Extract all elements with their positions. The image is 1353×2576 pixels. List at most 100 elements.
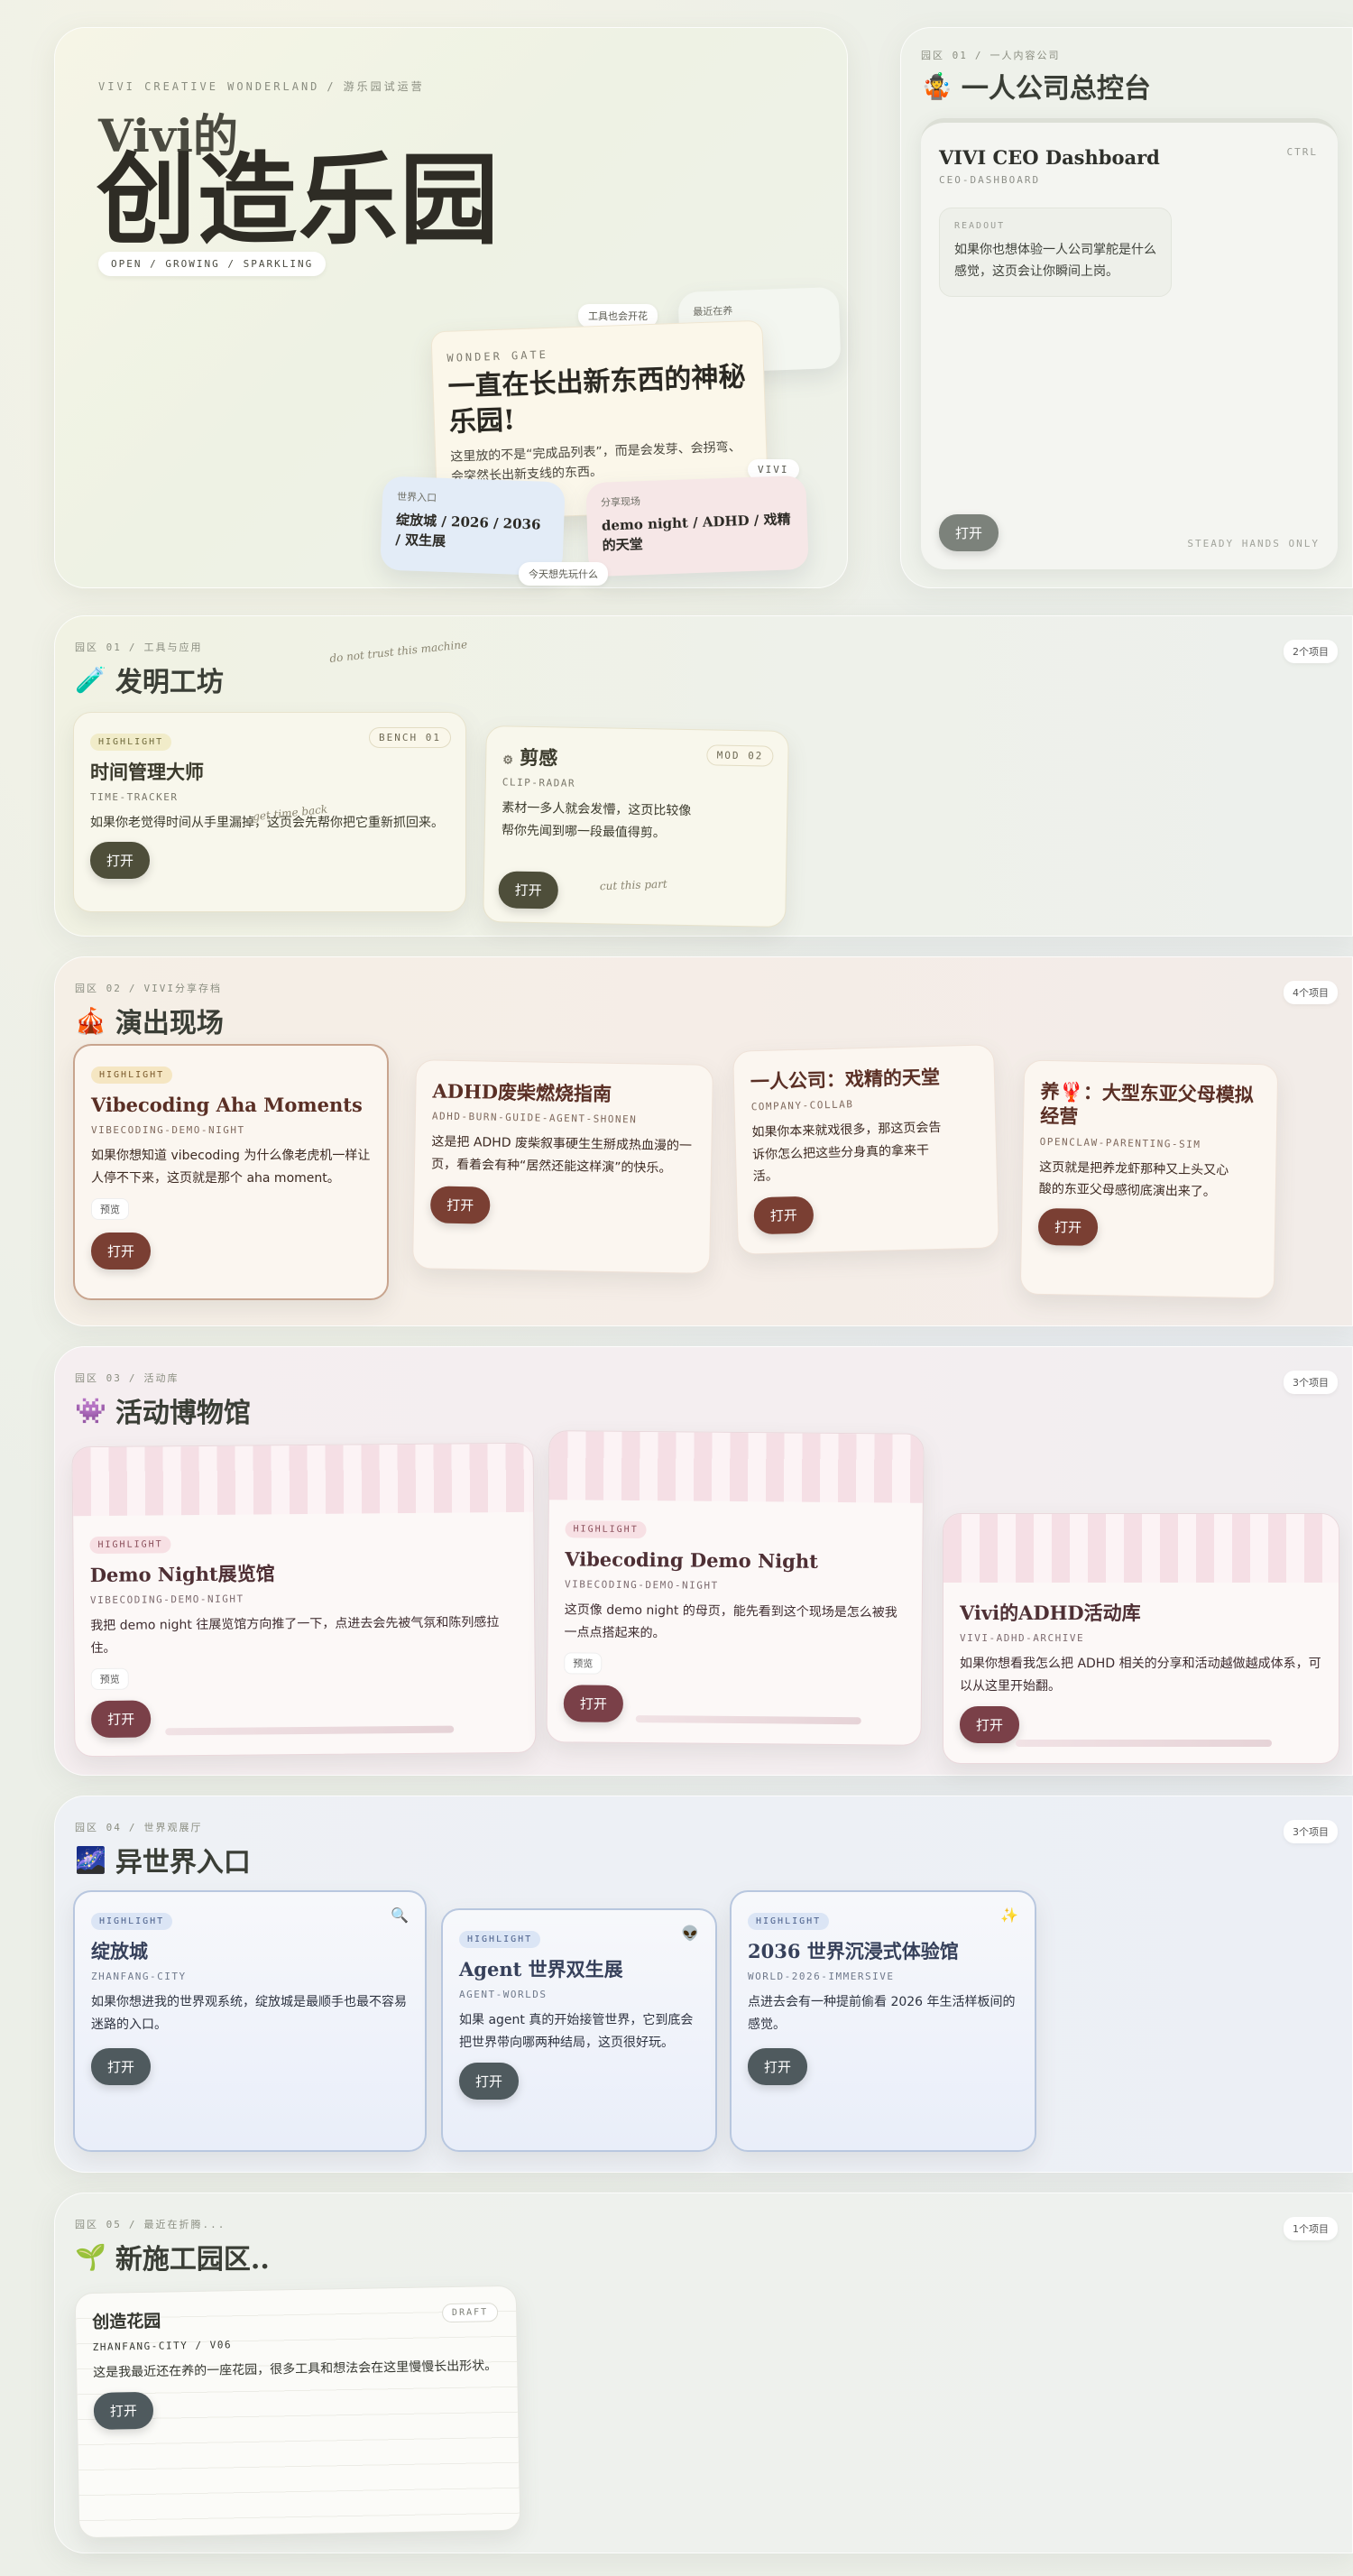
card-zhanfang-city[interactable]: 🔍 HIGHLIGHT 绽放城 ZHANFANG-CITY 如果你想进我的世界观… (73, 1890, 427, 2152)
magnifier-icon: 🔍 (391, 1907, 409, 1924)
ceo-panel: 园区 01 / 一人内容公司 🤹 一人公司总控台 VIVI CEO Dashboar… (900, 27, 1353, 588)
card-desc: 如果你想进我的世界观系统，绽放城是最顺手也最不容易迷路的入口。 (91, 1995, 407, 2032)
card-desc: 这是我最近还在养的一座花园，很多工具和想法会在这里慢慢长出形状。 (93, 2358, 498, 2380)
crumb-zone: 园区 05 (75, 2219, 122, 2230)
card-agent-worlds[interactable]: 👽 HIGHLIGHT Agent 世界双生展 AGENT-WORLDS 如果 … (441, 1908, 717, 2152)
hero-panel: VIVI CREATIVE WONDERLAND / 游乐园试运营 Vivi的 创造… (54, 27, 848, 588)
card-code: VIBECODING-DEMO-NIGHT (89, 1593, 244, 1607)
mod-badge: MOD 02 (706, 744, 774, 767)
open-button[interactable]: 打开 (429, 1186, 491, 1224)
preview-button[interactable]: 预览 (90, 1667, 129, 1691)
crumb-sep: / (128, 1822, 137, 1833)
crumb-sep: / (128, 983, 137, 994)
card-desc: 如果你想知道 vibecoding 为什么像老虎机一样让人停不下来，这页就是那个… (91, 1149, 371, 1186)
card-vibecoding-demo-night[interactable]: HIGHLIGHT Vibecoding Demo Night VIBECODI… (546, 1430, 925, 1746)
crumb-zone: 园区 02 (75, 983, 122, 994)
card-code: ADHD-BURN-GUIDE-AGENT-SHONEN (431, 1110, 638, 1126)
card-title: 养🦞：大型东亚父母模拟经营 (1039, 1079, 1255, 1128)
crumb-zone: 园区 01 (75, 642, 122, 653)
crumb-name: 工具与应用 (143, 642, 203, 653)
milky-way-icon: 🌌 (75, 1844, 106, 1875)
open-button[interactable]: 打开 (93, 2391, 154, 2431)
s1-count-badge: 2个项目 (1284, 640, 1338, 663)
card-title: Vivi的ADHD活动库 (960, 1602, 1141, 1624)
hero-title-line2: 创造乐园 (97, 142, 501, 258)
world-kicker: 世界入口 (396, 491, 437, 504)
crumb-zone: 园区 01 (921, 50, 968, 61)
highlight-badge: HIGHLIGHT (565, 1520, 647, 1539)
s1-breadcrumb: 园区 01 / 工具与应用 (75, 640, 203, 654)
open-button[interactable]: 打开 (91, 1233, 152, 1270)
ceo-dashboard-card[interactable]: VIVI CEO Dashboard CEO-DASHBOARD CTRL RE… (921, 118, 1338, 569)
open-button[interactable]: 打开 (748, 2048, 808, 2086)
card-company-collab[interactable]: 一人公司：戏精的天堂 COMPANY-COLLAB 如果你本来就戏很多，那这页会… (732, 1044, 999, 1255)
card-vibecoding-aha[interactable]: HIGHLIGHT Vibecoding Aha Moments VIBECOD… (73, 1044, 389, 1300)
world-title: 绽放城 / 2026 / 2036 / 双生展 (395, 512, 541, 549)
card-openclaw-parenting[interactable]: 养🦞：大型东亚父母模拟经营 OPENCLAW-PARENTING-SIM 这页就… (1019, 1059, 1279, 1299)
hero-kicker: VIVI CREATIVE WONDERLAND / 游乐园试运营 (98, 78, 425, 94)
ceo-readout: READOUT 如果你也想体验一人公司掌舵是什么感觉，这页会让你瞬间上岗。 (939, 208, 1172, 297)
card-desc: 如果你本来就戏很多，那这页会告诉你怎么把这些分身真的拿来干活。 (751, 1121, 942, 1185)
card-title: 时间管理大师 (90, 761, 204, 783)
hero-kicker-right: 游乐园试运营 (343, 80, 425, 93)
preview-button[interactable]: 预览 (564, 1652, 603, 1676)
open-button[interactable]: 打开 (90, 841, 151, 879)
card-desc: 这是把 ADHD 废柴叙事硬生生掰成热血漫的一页，看着会有种“居然还能这样演”的… (430, 1134, 693, 1176)
world-entry-card[interactable]: 世界入口 绽放城 / 2026 / 2036 / 双生展 (380, 475, 566, 577)
juggler-icon: 🤹 (921, 70, 953, 101)
s5-title: 🌱 新施工园区.. (75, 2237, 270, 2276)
section-construction-zone: 园区 05 / 最近在折腾... 🌱 新施工园区.. 1个项目 DRAFT 创造花园… (54, 2193, 1353, 2553)
progress-track (635, 1715, 861, 1725)
preview-button[interactable]: 预览 (91, 1198, 129, 1221)
open-button[interactable]: 打开 (1037, 1207, 1099, 1246)
crumb-name: 一人内容公司 (989, 50, 1061, 61)
s2-breadcrumb: 园区 02 / VIVI分享存档 (75, 981, 222, 995)
card-code: WORLD-2026-IMMERSIVE (748, 1971, 895, 1983)
card-title: ADHD废柴燃烧指南 (432, 1079, 612, 1105)
card-time-tracker[interactable]: BENCH 01 HIGHLIGHT 时间管理大师 TIME-TRACKER 如… (73, 712, 466, 912)
card-creation-garden[interactable]: DRAFT 创造花园 ZHANFANG-CITY / V06 这是我最近还在养的… (74, 2285, 521, 2539)
ceo-title-text: 一人公司总控台 (961, 73, 1151, 105)
awning-stripes (72, 1443, 534, 1517)
share-scene-card[interactable]: 分享现场 demo night / ADHD / 戏精的天堂 (585, 475, 809, 577)
open-button[interactable]: 打开 (459, 2063, 520, 2101)
card-code: OPENCLAW-PARENTING-SIM (1039, 1135, 1201, 1150)
awning-stripes (548, 1431, 924, 1503)
ceo-section-title: 🤹 一人公司总控台 (921, 66, 1151, 106)
open-button[interactable]: 打开 (90, 1700, 152, 1739)
open-button[interactable]: 打开 (498, 871, 559, 909)
open-button[interactable]: 打开 (960, 1706, 1020, 1744)
s3-breadcrumb: 园区 03 / 活动库 (75, 1371, 179, 1385)
crumb-name: VIVI分享存档 (143, 983, 222, 994)
card-adhd-burn-guide[interactable]: ADHD废柴燃烧指南 ADHD-BURN-GUIDE-AGENT-SHONEN … (412, 1059, 713, 1274)
bench-badge: BENCH 01 (369, 727, 451, 748)
open-button[interactable]: 打开 (753, 1196, 815, 1235)
card-world-2026-immersive[interactable]: ✨ HIGHLIGHT 2036 世界沉浸式体验馆 WORLD-2026-IMM… (730, 1890, 1036, 2152)
open-button[interactable]: 打开 (563, 1685, 624, 1723)
hero-tags: OPEN / GROWING / SPARKLING (98, 252, 327, 276)
readout-key: READOUT (954, 221, 1006, 231)
s2-count-badge: 4个项目 (1284, 981, 1338, 1004)
s4-breadcrumb: 园区 04 / 世界观展厅 (75, 1820, 203, 1834)
alien-monster-icon: 👾 (75, 1395, 106, 1426)
card-desc: 如果 agent 真的开始接管世界，它到底会把世界带向哪两种结局，这页很好玩。 (459, 2013, 694, 2050)
card-scribble: cut this part (599, 877, 667, 893)
card-code: CLIP-RADAR (502, 776, 576, 790)
card-demo-night-gallery[interactable]: HIGHLIGHT Demo Night展览馆 VIBECODING-DEMO-… (71, 1442, 537, 1758)
card-desc: 如果你想看我怎么把 ADHD 相关的分享和活动越做越成体系，可以从这里开始翻。 (960, 1657, 1321, 1694)
card-vivi-adhd-archive[interactable]: Vivi的ADHD活动库 VIVI-ADHD-ARCHIVE 如果你想看我怎么把… (943, 1513, 1339, 1764)
highlight-badge: HIGHLIGHT (91, 1913, 173, 1930)
card-desc: 这页像 demo night 的母页，能先看到这个现场是怎么被我一点点搭起来的。 (564, 1602, 897, 1641)
s5-title-text: 新施工园区.. (115, 2244, 270, 2276)
card-title: Demo Night展览馆 (89, 1562, 275, 1587)
crumb-name: 最近在折腾... (143, 2219, 226, 2230)
s2-title-text: 演出现场 (115, 1008, 224, 1039)
s1-title-text: 发明工坊 (115, 667, 224, 698)
sparkles-icon: ✨ (1000, 1907, 1018, 1924)
hero-kicker-sep: / (327, 80, 336, 93)
card-code: VIBECODING-DEMO-NIGHT (91, 1124, 245, 1137)
ceo-open-button[interactable]: 打开 (939, 514, 999, 551)
open-button[interactable]: 打开 (91, 2048, 152, 2086)
gate-title: 一直在长出新东西的神秘乐园! (447, 361, 747, 439)
card-clip-radar[interactable]: MOD 02 ⚙ 剪感 CLIP-RADAR 素材一多人就会发懵，这页比较像帮你… (483, 725, 789, 928)
